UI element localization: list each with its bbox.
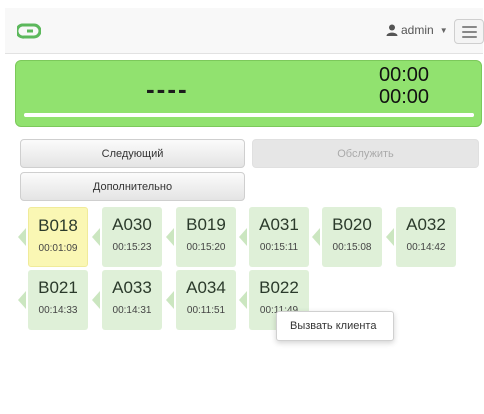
ticket-arrow-icon — [166, 291, 174, 309]
ticket-code: A030 — [112, 215, 152, 234]
wait-time: 00:00 — [379, 86, 430, 108]
ticket-code: B019 — [186, 215, 226, 234]
ticket-arrow-icon — [239, 291, 247, 309]
ticket-wait-time: 00:01:09 — [38, 243, 78, 254]
ticket-arrow-icon — [18, 228, 26, 246]
ticket-arrow-icon — [386, 228, 394, 246]
progress-fill — [24, 113, 474, 117]
menu-toggle-button[interactable] — [454, 19, 484, 44]
ticket-wait-time: 00:14:42 — [406, 242, 446, 253]
user-icon — [386, 24, 398, 36]
ticket-tile[interactable]: B019 00:15:20 — [176, 207, 236, 267]
ticket-tile[interactable]: A032 00:14:42 — [396, 207, 456, 267]
ticket-wait-time: 00:15:08 — [332, 242, 372, 253]
ticket-tile[interactable]: B018 00:01:09 — [28, 207, 88, 267]
user-name: admin — [401, 23, 434, 37]
ticket-tile[interactable]: A031 00:15:11 — [249, 207, 309, 267]
extra-button[interactable]: Дополнительно — [20, 172, 245, 201]
ticket-arrow-icon — [312, 228, 320, 246]
ticket-tile[interactable]: A033 00:14:31 — [102, 270, 162, 330]
hamburger-bar — [462, 26, 477, 28]
ticket-code: B021 — [38, 278, 78, 297]
progress-bar — [24, 113, 474, 117]
serve-button[interactable]: Обслужить — [252, 139, 479, 168]
ticket-tile[interactable]: B021 00:14:33 — [28, 270, 88, 330]
context-menu: Вызвать клиента — [276, 311, 394, 341]
ticket-wait-time: 00:15:11 — [259, 242, 299, 253]
logo-icon[interactable] — [17, 23, 41, 39]
current-ticket-code: ---- — [146, 74, 189, 104]
ticket-arrow-icon — [92, 291, 100, 309]
page: admin ▼ ---- 00:00 00:00 Следующий Обслу… — [0, 0, 484, 414]
current-call-display: ---- 00:00 00:00 — [15, 60, 482, 127]
ticket-code: A031 — [259, 215, 299, 234]
service-time: 00:00 — [379, 64, 430, 86]
ticket-arrow-icon — [92, 228, 100, 246]
next-button[interactable]: Следующий — [20, 139, 245, 168]
ticket-code: B018 — [38, 216, 78, 235]
ticket-wait-time: 00:14:33 — [38, 305, 78, 316]
caret-down-icon: ▼ — [439, 25, 448, 35]
hamburger-bar — [462, 31, 477, 33]
hamburger-bar — [462, 36, 477, 38]
navbar: admin ▼ — [5, 8, 484, 54]
call-client-menu-item[interactable]: Вызвать клиента — [290, 320, 376, 332]
ticket-arrow-icon — [166, 228, 174, 246]
ticket-arrow-icon — [239, 228, 247, 246]
ticket-code: A032 — [406, 215, 446, 234]
ticket-tile[interactable]: A030 00:15:23 — [102, 207, 162, 267]
ticket-code: B020 — [332, 215, 372, 234]
ticket-code: A033 — [112, 278, 152, 297]
ticket-wait-time: 00:14:31 — [112, 305, 152, 316]
ticket-code: A034 — [186, 278, 226, 297]
ticket-tile[interactable]: B020 00:15:08 — [322, 207, 382, 267]
ticket-wait-time: 00:11:51 — [186, 305, 226, 316]
ticket-arrow-icon — [18, 291, 26, 309]
ticket-code: B022 — [259, 278, 299, 297]
ticket-wait-time: 00:15:23 — [112, 242, 152, 253]
user-menu[interactable]: admin ▼ — [386, 23, 448, 37]
ticket-wait-time: 00:15:20 — [186, 242, 226, 253]
ticket-tile[interactable]: A034 00:11:51 — [176, 270, 236, 330]
